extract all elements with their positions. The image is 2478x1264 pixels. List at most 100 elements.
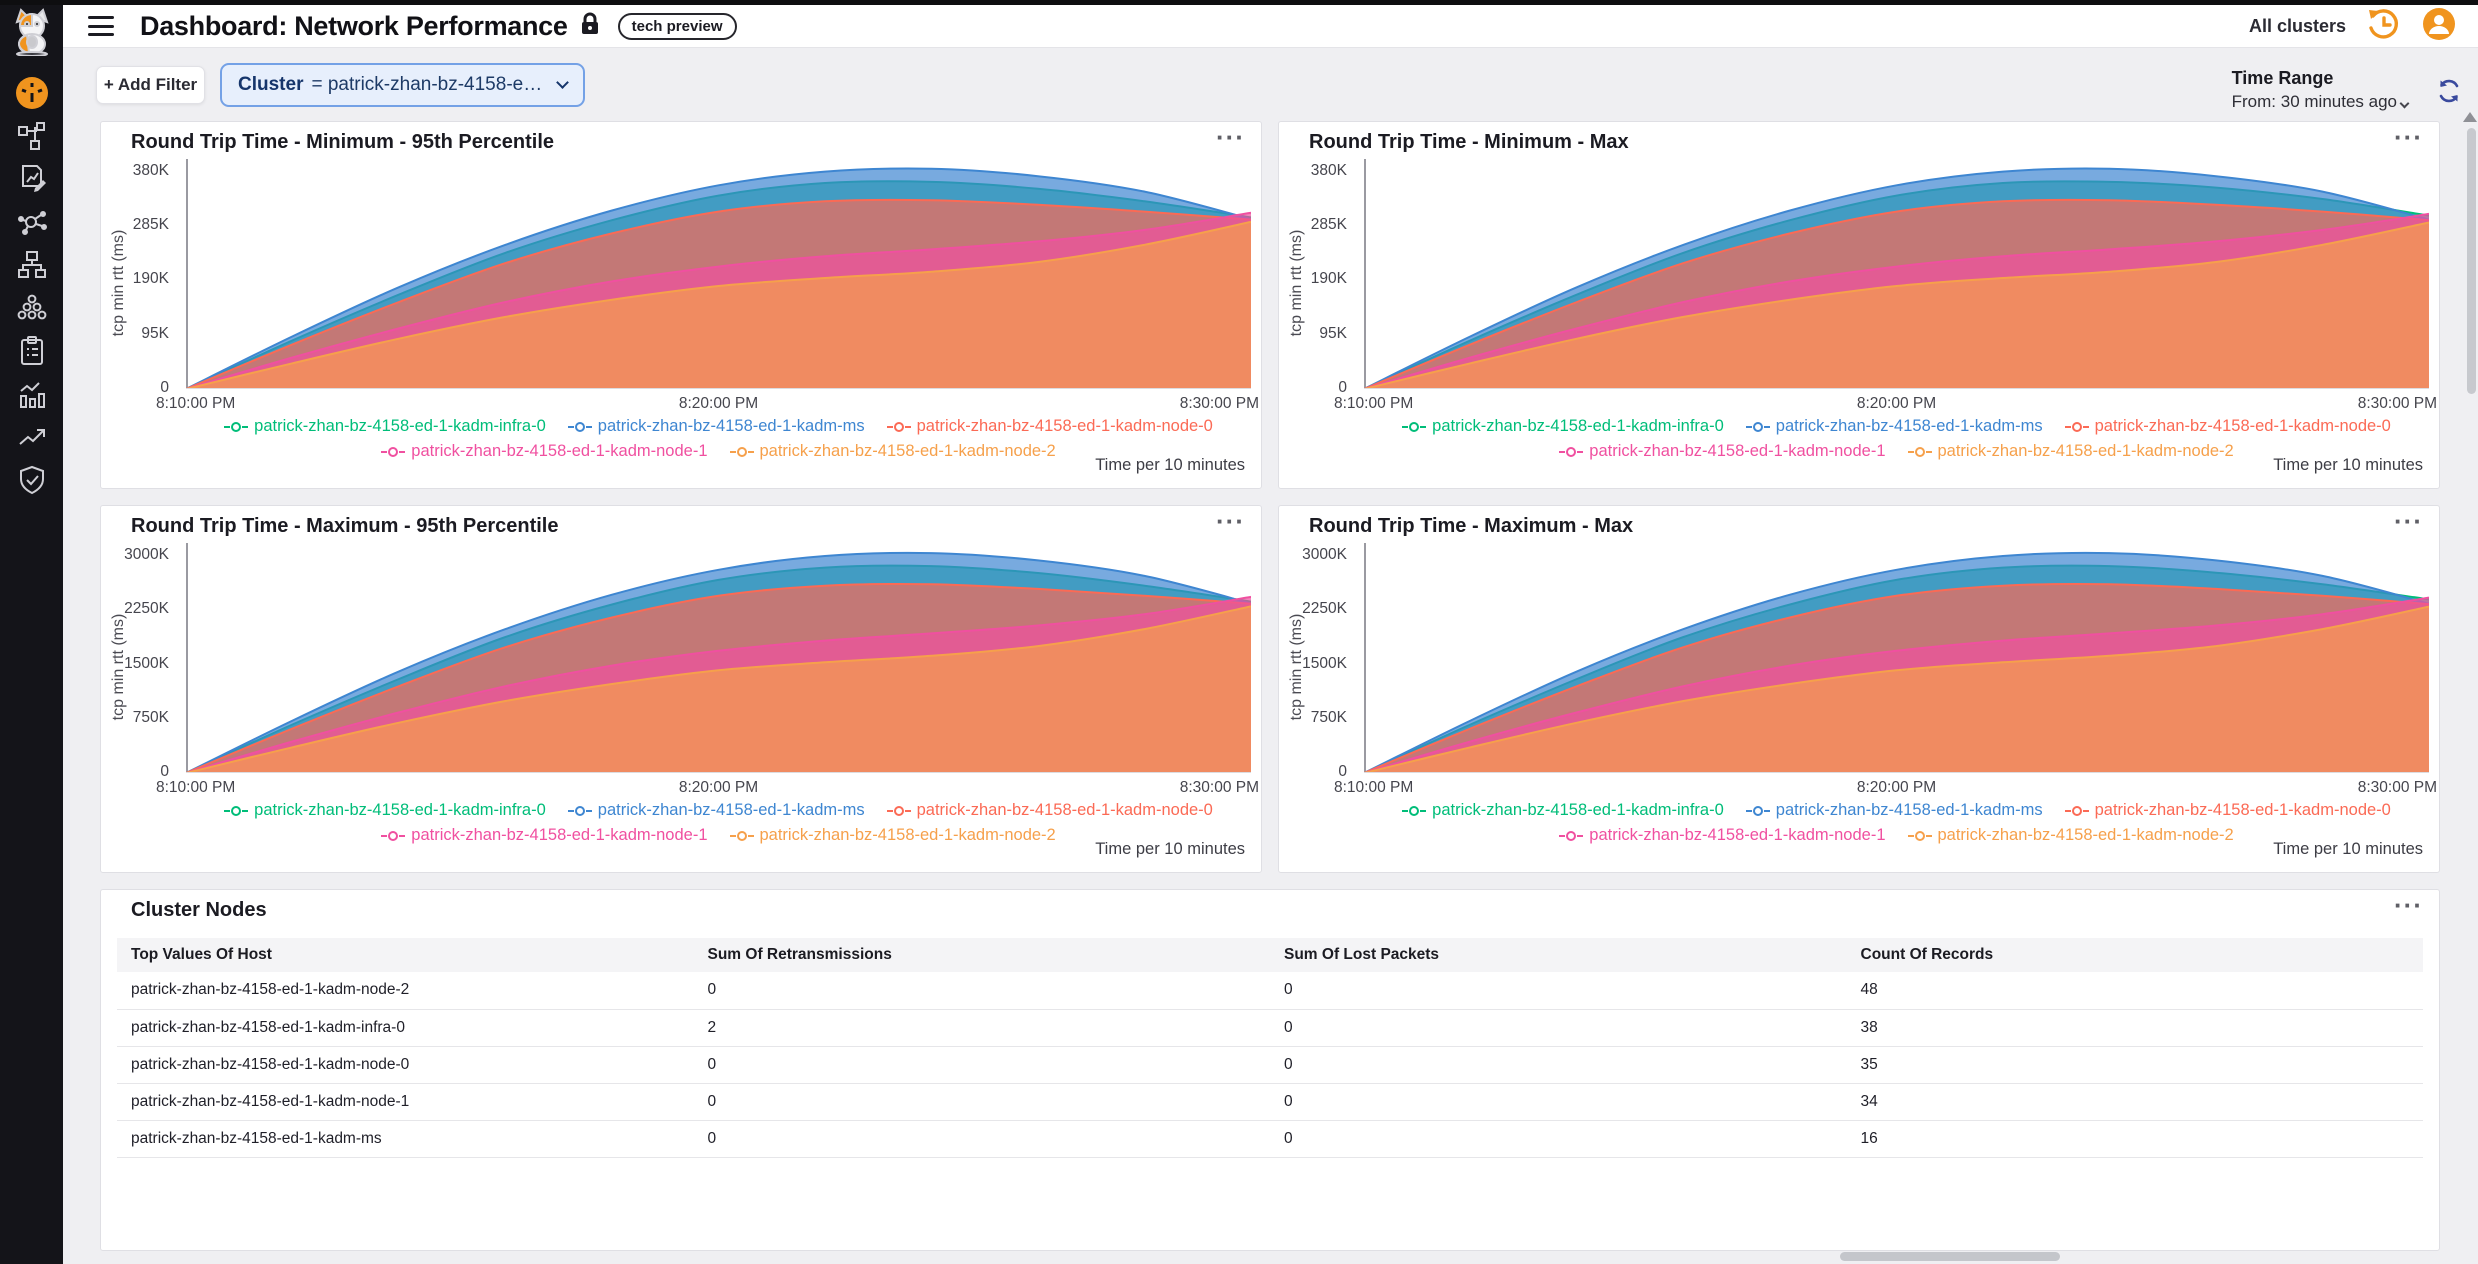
y-tick-label: 285K (1267, 216, 1347, 234)
panel-title: Round Trip Time - Minimum - 95th Percent… (131, 131, 554, 154)
series-marker-icon (224, 806, 248, 816)
molecule-icon (17, 207, 47, 237)
table-cell: patrick-zhan-bz-4158-ed-1-kadm-node-1 (117, 1083, 694, 1120)
table-panel: Cluster Nodes ··· Top Values Of Host Sum … (100, 889, 2440, 1251)
cluster-filter-field: Cluster (238, 74, 303, 96)
x-tick-label: 8:20:00 PM (679, 395, 758, 413)
table-cell: 0 (1270, 1120, 1847, 1157)
all-clusters-selector[interactable]: All clusters (2249, 16, 2346, 37)
sitemap-icon (17, 250, 47, 280)
cluster-filter-chip[interactable]: Cluster = patrick-zhan-bz-4158-e… (220, 63, 585, 107)
window-top-strip (0, 0, 2478, 5)
legend-item[interactable]: patrick-zhan-bz-4158-ed-1-kadm-ms (1746, 417, 2043, 436)
table-column-header: Sum Of Lost Packets (1270, 938, 1847, 972)
legend-item[interactable]: patrick-zhan-bz-4158-ed-1-kadm-node-0 (887, 417, 1213, 436)
y-tick-label: 285K (89, 216, 169, 234)
time-range-control: Time Range From: 30 minutes ago (2232, 68, 2408, 112)
legend-item[interactable]: patrick-zhan-bz-4158-ed-1-kadm-node-0 (887, 801, 1213, 820)
analytics-bars-icon (17, 379, 47, 409)
scrollbar-up-arrow[interactable] (2463, 112, 2477, 122)
horizontal-scrollbar-thumb[interactable] (1840, 1252, 2060, 1261)
legend-item[interactable]: patrick-zhan-bz-4158-ed-1-kadm-node-2 (730, 442, 1056, 461)
legend-item[interactable]: patrick-zhan-bz-4158-ed-1-kadm-infra-0 (224, 417, 546, 436)
series-marker-icon (730, 447, 754, 457)
sidebar-item-security[interactable] (0, 458, 63, 501)
legend-item[interactable]: patrick-zhan-bz-4158-ed-1-kadm-node-2 (730, 826, 1056, 845)
x-tick-label: 8:10:00 PM (1334, 395, 1413, 413)
cluster-group-icon (17, 293, 47, 323)
series-marker-icon (2065, 422, 2089, 432)
chart-footer: Time per 10 minutes (2273, 456, 2423, 475)
time-range-from[interactable]: From: 30 minutes ago (2232, 92, 2408, 112)
table-column-header: Top Values Of Host (117, 938, 694, 972)
sidebar-item-trends[interactable] (0, 415, 63, 458)
series-marker-icon (887, 806, 911, 816)
legend-item[interactable]: patrick-zhan-bz-4158-ed-1-kadm-infra-0 (224, 801, 546, 820)
sidebar-item-clusters[interactable] (0, 286, 63, 329)
legend-item[interactable]: patrick-zhan-bz-4158-ed-1-kadm-node-1 (381, 826, 707, 845)
sidebar-item-tasks[interactable] (0, 329, 63, 372)
history-icon[interactable] (2366, 6, 2402, 47)
series-marker-icon (1908, 447, 1932, 457)
table-cell: 2 (694, 1009, 1271, 1046)
table-row: patrick-zhan-bz-4158-ed-1-kadm-node-2004… (117, 972, 2423, 1009)
y-tick-label: 1500K (1267, 655, 1347, 673)
cat-logo[interactable] (0, 10, 63, 53)
panel-menu-icon[interactable]: ··· (2394, 890, 2423, 920)
panel-menu-icon[interactable]: ··· (1216, 506, 1245, 536)
refresh-icon[interactable] (2436, 78, 2462, 109)
chart-panel: Round Trip Time - Minimum - Max ··· tcp … (1278, 121, 2440, 489)
panel-title: Round Trip Time - Minimum - Max (1309, 131, 1629, 154)
sidebar-item-dashboards[interactable] (0, 71, 63, 114)
legend-item[interactable]: patrick-zhan-bz-4158-ed-1-kadm-ms (568, 801, 865, 820)
y-tick-label: 95K (89, 325, 169, 343)
panel-menu-icon[interactable]: ··· (1216, 122, 1245, 152)
legend-item[interactable]: patrick-zhan-bz-4158-ed-1-kadm-node-0 (2065, 417, 2391, 436)
panel-title: Cluster Nodes (131, 899, 267, 922)
chart-legend: patrick-zhan-bz-4158-ed-1-kadm-infra-0 pa… (186, 417, 1251, 467)
table-cell: 48 (1847, 972, 2424, 1009)
series-marker-icon (1746, 422, 1770, 432)
legend-item[interactable]: patrick-zhan-bz-4158-ed-1-kadm-node-1 (381, 442, 707, 461)
chart-footer: Time per 10 minutes (2273, 840, 2423, 859)
cluster-filter-value: = patrick-zhan-bz-4158-e… (311, 74, 542, 96)
chart-legend: patrick-zhan-bz-4158-ed-1-kadm-infra-0 pa… (1364, 801, 2429, 851)
area-chart (186, 543, 1251, 773)
legend-item[interactable]: patrick-zhan-bz-4158-ed-1-kadm-node-2 (1908, 826, 2234, 845)
legend-item[interactable]: patrick-zhan-bz-4158-ed-1-kadm-node-2 (1908, 442, 2234, 461)
chart-legend: patrick-zhan-bz-4158-ed-1-kadm-infra-0 pa… (186, 801, 1251, 851)
table-cell: 0 (694, 1083, 1271, 1120)
user-avatar-icon[interactable] (2422, 7, 2456, 46)
legend-item[interactable]: patrick-zhan-bz-4158-ed-1-kadm-infra-0 (1402, 417, 1724, 436)
series-marker-icon (381, 831, 405, 841)
series-marker-icon (730, 831, 754, 841)
chevron-down-icon (2400, 99, 2410, 109)
legend-item[interactable]: patrick-zhan-bz-4158-ed-1-kadm-node-1 (1559, 826, 1885, 845)
x-axis-line (1364, 772, 2429, 773)
sidebar-item-infrastructure[interactable] (0, 243, 63, 286)
chart-footer: Time per 10 minutes (1095, 840, 1245, 859)
series-marker-icon (381, 447, 405, 457)
panel-menu-icon[interactable]: ··· (2394, 122, 2423, 152)
legend-item[interactable]: patrick-zhan-bz-4158-ed-1-kadm-infra-0 (1402, 801, 1724, 820)
page-title: Dashboard: Network Performance (140, 11, 568, 42)
sidebar-item-reports[interactable] (0, 157, 63, 200)
menu-hamburger-icon[interactable] (88, 16, 114, 36)
vertical-scrollbar-thumb[interactable] (2467, 128, 2476, 394)
chart-footer: Time per 10 minutes (1095, 456, 1245, 475)
legend-item[interactable]: patrick-zhan-bz-4158-ed-1-kadm-node-1 (1559, 442, 1885, 461)
x-tick-label: 8:30:00 PM (1180, 779, 1259, 797)
series-marker-icon (568, 422, 592, 432)
sidebar-item-anomaly[interactable] (0, 200, 63, 243)
add-filter-button[interactable]: + Add Filter (96, 66, 205, 104)
panel-title: Round Trip Time - Maximum - 95th Percent… (131, 515, 559, 538)
chart-panel: Round Trip Time - Maximum - Max ··· tcp … (1278, 505, 2440, 873)
sidebar-item-topology[interactable] (0, 114, 63, 157)
legend-item[interactable]: patrick-zhan-bz-4158-ed-1-kadm-ms (568, 417, 865, 436)
legend-item[interactable]: patrick-zhan-bz-4158-ed-1-kadm-node-0 (2065, 801, 2391, 820)
sidebar-item-metrics[interactable] (0, 372, 63, 415)
panel-menu-icon[interactable]: ··· (2394, 506, 2423, 536)
area-chart (1364, 543, 2429, 773)
cat-logo-icon (9, 8, 55, 56)
legend-item[interactable]: patrick-zhan-bz-4158-ed-1-kadm-ms (1746, 801, 2043, 820)
